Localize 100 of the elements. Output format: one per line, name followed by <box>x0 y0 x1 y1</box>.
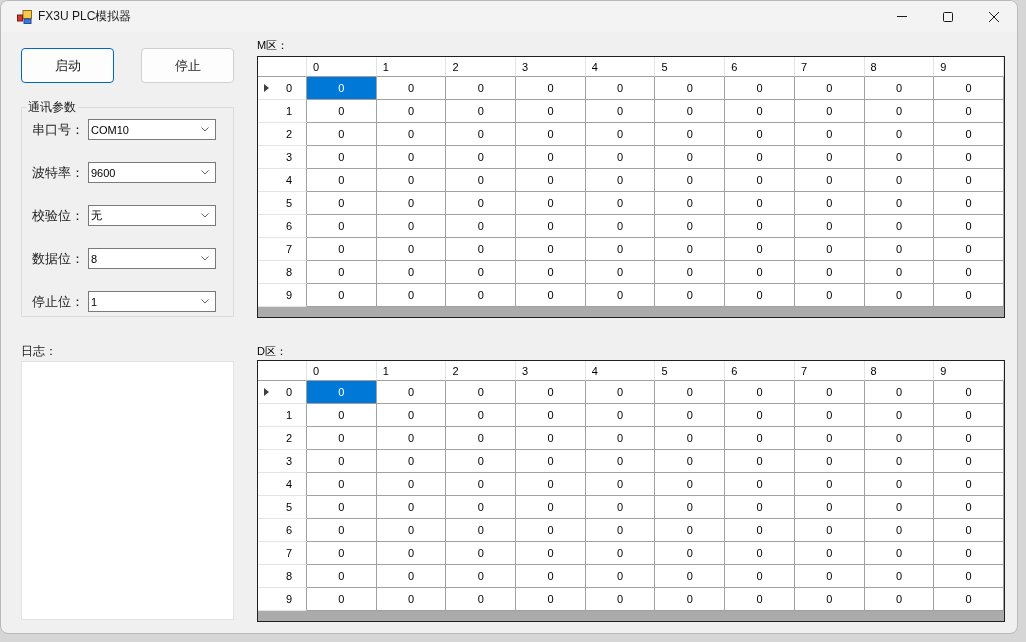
row-header[interactable]: 8 <box>258 565 307 588</box>
grid-cell[interactable]: 0 <box>934 192 1004 215</box>
grid-cell[interactable]: 0 <box>376 77 447 100</box>
grid-cell[interactable]: 0 <box>585 473 656 496</box>
grid-cell[interactable]: 0 <box>655 473 726 496</box>
grid-cell[interactable]: 0 <box>934 542 1004 565</box>
grid-cell[interactable]: 0 <box>934 450 1004 473</box>
grid-cell[interactable]: 0 <box>934 381 1004 404</box>
grid-cell[interactable]: 0 <box>516 123 586 146</box>
grid-cell[interactable]: 0 <box>516 215 586 238</box>
grid-cell[interactable]: 0 <box>585 192 656 215</box>
grid-cell[interactable]: 0 <box>516 473 586 496</box>
grid-cell[interactable]: 0 <box>794 381 865 404</box>
grid-cell[interactable]: 0 <box>376 169 447 192</box>
grid-cell[interactable]: 0 <box>725 238 795 261</box>
grid-cell[interactable]: 0 <box>794 100 865 123</box>
grid-cell[interactable]: 0 <box>516 496 586 519</box>
dropdown[interactable]: COM10 <box>88 119 216 140</box>
grid-cell[interactable]: 0 <box>516 192 586 215</box>
grid-cell[interactable]: 0 <box>585 77 656 100</box>
grid-cell[interactable]: 0 <box>864 473 935 496</box>
column-header[interactable]: 5 <box>655 361 726 381</box>
grid-cell[interactable]: 0 <box>585 496 656 519</box>
row-header[interactable]: 2 <box>258 123 307 146</box>
column-header[interactable]: 5 <box>655 57 726 77</box>
grid-cell[interactable]: 0 <box>794 192 865 215</box>
grid-cell[interactable]: 0 <box>307 123 377 146</box>
grid-cell[interactable]: 0 <box>934 588 1004 611</box>
grid-cell[interactable]: 0 <box>516 238 586 261</box>
column-header[interactable]: 3 <box>516 361 586 381</box>
grid-cell[interactable]: 0 <box>446 565 517 588</box>
grid-cell[interactable]: 0 <box>446 146 517 169</box>
row-header[interactable]: 3 <box>258 450 307 473</box>
grid-cell[interactable]: 0 <box>446 123 517 146</box>
grid-cell[interactable]: 0 <box>794 496 865 519</box>
grid-cell[interactable]: 0 <box>864 588 935 611</box>
stop-button[interactable]: 停止 <box>141 48 234 83</box>
grid-cell[interactable]: 0 <box>307 588 377 611</box>
grid-cell[interactable]: 0 <box>934 284 1004 307</box>
grid-cell[interactable]: 0 <box>864 519 935 542</box>
grid-cell[interactable]: 0 <box>585 215 656 238</box>
grid-cell[interactable]: 0 <box>655 519 726 542</box>
grid-cell[interactable]: 0 <box>307 404 377 427</box>
grid-cell[interactable]: 0 <box>446 100 517 123</box>
row-header[interactable]: 7 <box>258 238 307 261</box>
grid-cell[interactable]: 0 <box>446 404 517 427</box>
grid-cell[interactable]: 0 <box>655 77 726 100</box>
grid-cell[interactable]: 0 <box>794 123 865 146</box>
grid-cell[interactable]: 0 <box>376 146 447 169</box>
grid-cell[interactable]: 0 <box>376 473 447 496</box>
grid-cell[interactable]: 0 <box>725 284 795 307</box>
grid-cell[interactable]: 0 <box>794 238 865 261</box>
grid-cell[interactable]: 0 <box>585 588 656 611</box>
grid-cell[interactable]: 0 <box>376 215 447 238</box>
grid-cell[interactable]: 0 <box>307 238 377 261</box>
grid-cell[interactable]: 0 <box>585 169 656 192</box>
grid-cell[interactable]: 0 <box>864 450 935 473</box>
grid-cell[interactable]: 0 <box>864 542 935 565</box>
row-header[interactable]: 4 <box>258 473 307 496</box>
grid-cell[interactable]: 0 <box>864 192 935 215</box>
grid-cell[interactable]: 0 <box>307 146 377 169</box>
grid-cell[interactable]: 0 <box>307 427 377 450</box>
grid-cell[interactable]: 0 <box>516 519 586 542</box>
row-header[interactable]: 1 <box>258 404 307 427</box>
grid-cell[interactable]: 0 <box>864 146 935 169</box>
column-header[interactable]: 1 <box>376 361 447 381</box>
grid-cell[interactable]: 0 <box>585 542 656 565</box>
row-header[interactable]: 2 <box>258 427 307 450</box>
grid-cell[interactable]: 0 <box>446 450 517 473</box>
grid-cell[interactable]: 0 <box>934 427 1004 450</box>
grid-cell[interactable]: 0 <box>446 496 517 519</box>
grid-cell[interactable]: 0 <box>307 542 377 565</box>
column-header[interactable]: 4 <box>585 57 656 77</box>
column-header[interactable]: 3 <box>516 57 586 77</box>
grid-cell[interactable]: 0 <box>376 588 447 611</box>
column-header[interactable]: 9 <box>934 361 1004 381</box>
grid-cell[interactable]: 0 <box>864 77 935 100</box>
grid-cell[interactable]: 0 <box>307 215 377 238</box>
grid-cell[interactable]: 0 <box>516 284 586 307</box>
grid-cell[interactable]: 0 <box>934 169 1004 192</box>
row-header[interactable]: 9 <box>258 284 307 307</box>
grid-cell[interactable]: 0 <box>516 146 586 169</box>
grid-cell[interactable]: 0 <box>725 473 795 496</box>
grid-cell[interactable]: 0 <box>376 427 447 450</box>
grid-cell[interactable]: 0 <box>725 404 795 427</box>
column-header[interactable]: 8 <box>864 57 935 77</box>
grid-cell[interactable]: 0 <box>794 146 865 169</box>
grid-cell[interactable]: 0 <box>934 519 1004 542</box>
grid-cell[interactable]: 0 <box>516 427 586 450</box>
grid-cell[interactable]: 0 <box>794 169 865 192</box>
grid-cell[interactable]: 0 <box>516 381 586 404</box>
row-header[interactable]: 0 <box>258 381 307 404</box>
grid-cell[interactable]: 0 <box>725 381 795 404</box>
grid-cell[interactable]: 0 <box>864 215 935 238</box>
grid-cell[interactable]: 0 <box>376 404 447 427</box>
grid-cell[interactable]: 0 <box>585 238 656 261</box>
row-header[interactable]: 3 <box>258 146 307 169</box>
grid-cell[interactable]: 0 <box>585 123 656 146</box>
grid-cell[interactable]: 0 <box>725 565 795 588</box>
grid-cell[interactable]: 0 <box>655 450 726 473</box>
